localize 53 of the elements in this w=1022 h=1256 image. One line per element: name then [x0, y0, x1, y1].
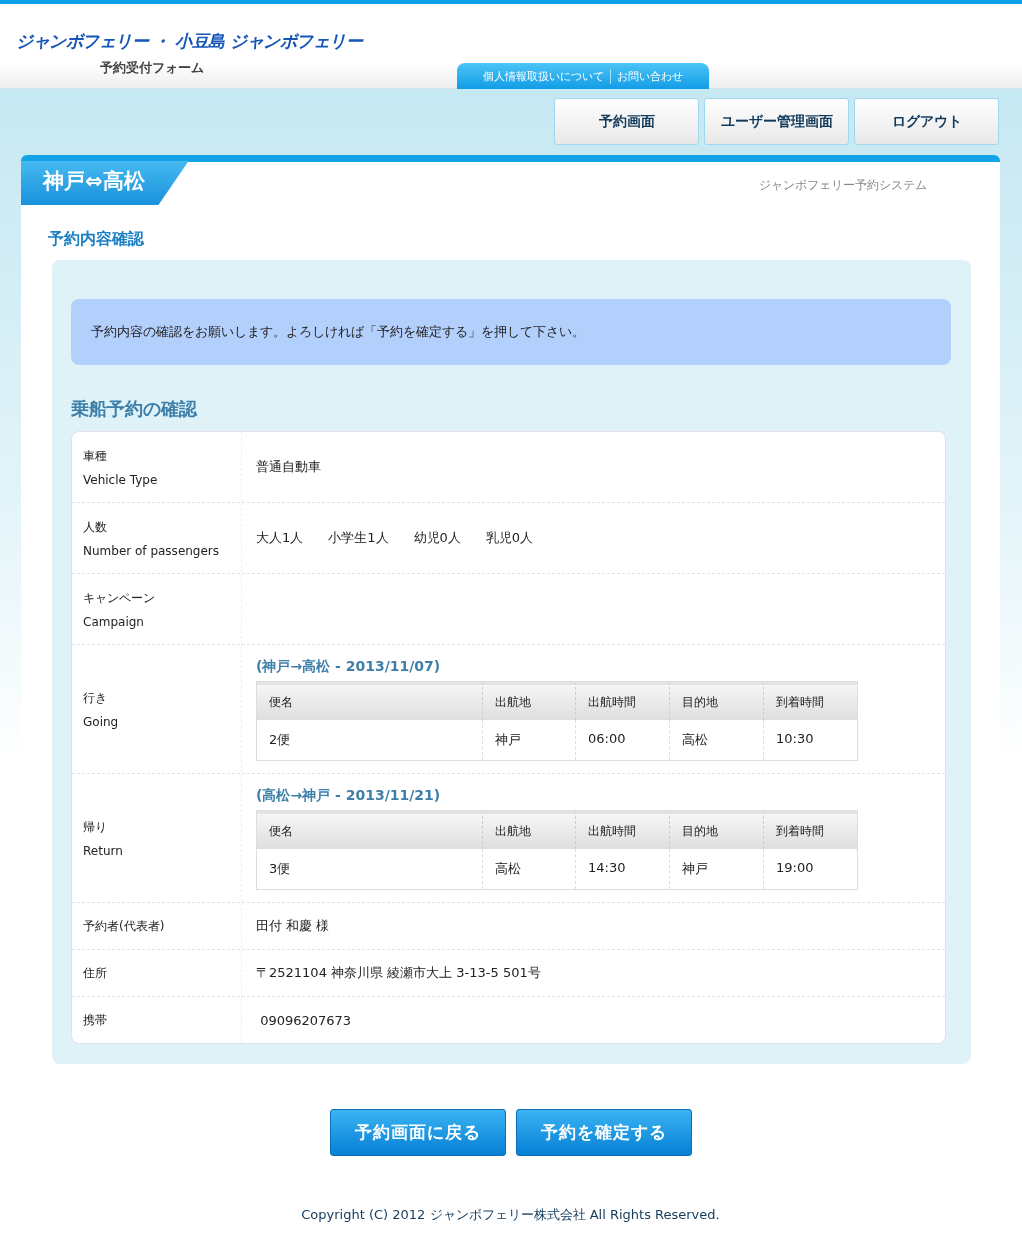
table-cell: 3便 — [257, 848, 483, 889]
field-label: 行き — [83, 689, 108, 707]
table-cell: 高松 — [670, 719, 764, 760]
route-date: (高松→神戸 - 2013/11/21) — [256, 786, 442, 805]
column-header: 到着時間 — [764, 681, 857, 720]
field-value: 田付 和慶 様 — [256, 917, 331, 935]
column-header: 目的地 — [670, 681, 764, 720]
field-value: 普通自動車 — [256, 458, 322, 476]
field-label: 住所 — [83, 964, 108, 982]
table-cell: 神戸 — [483, 719, 576, 760]
nav-button[interactable]: ログアウト — [854, 98, 999, 145]
column-header: 便名 — [257, 810, 483, 849]
system-name: ジャンボフェリー予約システム — [759, 177, 927, 194]
table-cell: 19:00 — [764, 848, 857, 889]
table-cell: 高松 — [483, 848, 576, 889]
field-label: 予約者(代表者) — [83, 917, 166, 935]
field-label-english: Going — [83, 714, 120, 729]
column-header: 出航時間 — [576, 810, 670, 849]
column-header: 出航時間 — [576, 681, 670, 720]
nav-button[interactable]: 予約画面 — [554, 98, 699, 145]
route-date: (神戸→高松 - 2013/11/07) — [256, 657, 442, 676]
passenger-count: 乳児0人 — [485, 529, 534, 547]
passenger-count: 大人1人 — [256, 529, 304, 547]
passenger-count: 幼児0人 — [413, 529, 461, 547]
field-label-english: Return — [83, 843, 124, 858]
logo[interactable]: ジャンボフェリー ・ 小豆島 ジャンボフェリー — [16, 30, 363, 53]
table-cell: 06:00 — [576, 719, 670, 760]
section-heading: 乗船予約の確認 — [71, 397, 199, 421]
field-value: 〒2521104 神奈川県 綾瀬市大上 3-13-5 501号 — [256, 964, 542, 982]
field-label: キャンペーン — [83, 589, 156, 607]
column-header: 便名 — [257, 681, 483, 720]
passenger-count: 小学生1人 — [328, 529, 389, 547]
field-label-english: Campaign — [83, 614, 145, 629]
form-subtitle: 予約受付フォーム — [100, 59, 204, 77]
field-label: 人数 — [83, 518, 108, 536]
field-label-english: Number of passengers — [83, 543, 221, 558]
column-header: 出航地 — [483, 681, 576, 720]
copyright-text: Copyright (C) 2012 ジャンボフェリー株式会社 All Rights Reserved. — [300, 1206, 721, 1224]
table-cell: 神戸 — [670, 848, 764, 889]
column-header: 目的地 — [670, 810, 764, 849]
column-header: 出航地 — [483, 810, 576, 849]
table-cell: 2便 — [257, 719, 483, 760]
field-label: 携帯 — [83, 1011, 108, 1029]
field-label-english: Vehicle Type — [83, 472, 159, 487]
section-title: 予約内容確認 — [48, 229, 145, 250]
field-label: 車種 — [83, 447, 108, 465]
table-cell: 14:30 — [576, 848, 670, 889]
field-value: 09096207673 — [259, 1012, 353, 1028]
field-label: 帰り — [83, 818, 108, 836]
column-header: 到着時間 — [764, 810, 857, 849]
notice-message: 予約内容の確認をお願いします。よろしければ「予約を確定する」を押して下さい。 — [71, 299, 951, 365]
table-cell: 10:30 — [764, 719, 857, 760]
nav-button[interactable]: ユーザー管理画面 — [704, 98, 849, 145]
